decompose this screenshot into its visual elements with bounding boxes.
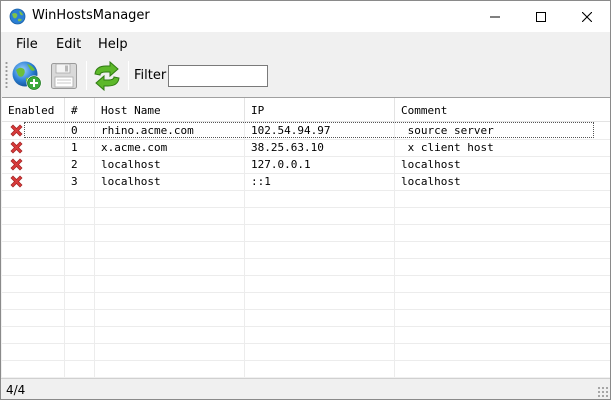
close-icon [582, 11, 592, 22]
window-title: WinHostsManager [32, 8, 150, 23]
menu-help[interactable]: Help [98, 37, 128, 52]
toolbar: Filter [1, 56, 610, 95]
app-window: WinHostsManager File Edit Help Filter En… [0, 0, 611, 400]
grid-line [2, 326, 610, 327]
filter-input[interactable] [168, 65, 268, 87]
grid-line [2, 360, 610, 361]
app-globe-icon [9, 8, 26, 25]
column-header-comment[interactable]: Comment [395, 98, 610, 122]
grid-line [2, 241, 610, 242]
grid-header: Enabled # Host Name IP Comment [2, 98, 610, 122]
red-x-icon[interactable] [9, 157, 24, 172]
menu-bar: File Edit Help [1, 32, 610, 56]
maximize-button[interactable] [518, 1, 564, 32]
cell-comment[interactable]: x client host [395, 139, 610, 156]
grid-line [2, 275, 610, 276]
hosts-grid: Enabled # Host Name IP Comment 0 rhino.a… [2, 97, 610, 377]
cell-number: 0 [71, 124, 78, 137]
cell-comment[interactable]: localhost [395, 156, 610, 173]
maximize-icon [536, 11, 546, 22]
refresh-button[interactable] [90, 59, 124, 92]
title-bar[interactable]: WinHostsManager [1, 1, 610, 32]
filter-label: Filter [134, 68, 167, 83]
status-bar: 4/4 [1, 378, 610, 399]
column-header-enabled[interactable]: Enabled [2, 98, 65, 122]
cell-host-name[interactable]: localhost [95, 173, 245, 190]
cell-host-name[interactable]: rhino.acme.com [95, 122, 245, 139]
column-header-ip[interactable]: IP [245, 98, 395, 122]
toolbar-separator [128, 61, 129, 90]
red-x-icon[interactable] [9, 174, 24, 189]
cell-ip[interactable]: ::1 [245, 173, 395, 190]
globe-add-icon [12, 61, 42, 90]
grid-line [2, 309, 610, 310]
minimize-button[interactable] [472, 1, 518, 32]
grid-line [2, 207, 610, 208]
cell-host-name[interactable]: x.acme.com [95, 139, 245, 156]
refresh-arrows-icon [94, 60, 120, 91]
toolbar-grip[interactable] [5, 61, 8, 90]
cell-host-name[interactable]: localhost [95, 156, 245, 173]
cell-ip[interactable]: 102.54.94.97 [245, 122, 395, 139]
table-row[interactable]: 1 x.acme.com 38.25.63.10 x client host [2, 139, 610, 156]
column-header-number[interactable]: # [65, 98, 95, 122]
red-x-icon[interactable] [9, 123, 24, 138]
table-row[interactable]: 3 localhost ::1 localhost [2, 173, 610, 190]
close-button[interactable] [564, 1, 610, 32]
cell-number: 2 [71, 158, 78, 171]
grid-line [2, 224, 610, 225]
menu-edit[interactable]: Edit [56, 37, 81, 52]
grid-line [2, 190, 610, 191]
cell-ip[interactable]: 127.0.0.1 [245, 156, 395, 173]
status-count: 4/4 [6, 383, 26, 397]
cell-comment[interactable]: localhost [395, 173, 610, 190]
cell-number: 1 [71, 141, 78, 154]
resize-grip[interactable] [597, 386, 608, 397]
table-row[interactable]: 2 localhost 127.0.0.1 localhost [2, 156, 610, 173]
column-header-host-name[interactable]: Host Name [95, 98, 245, 122]
grid-line [2, 292, 610, 293]
cell-comment[interactable]: source server [395, 122, 610, 139]
minimize-icon [490, 16, 500, 17]
grid-line [2, 343, 610, 344]
add-host-button[interactable] [10, 59, 44, 92]
cell-number: 3 [71, 175, 78, 188]
red-x-icon[interactable] [9, 140, 24, 155]
menu-file[interactable]: File [16, 37, 38, 52]
table-row[interactable]: 0 rhino.acme.com 102.54.94.97 source ser… [2, 122, 610, 139]
cell-ip[interactable]: 38.25.63.10 [245, 139, 395, 156]
save-button[interactable] [47, 59, 81, 92]
floppy-disk-icon [51, 62, 77, 89]
toolbar-separator [86, 61, 87, 90]
grid-line [2, 258, 610, 259]
